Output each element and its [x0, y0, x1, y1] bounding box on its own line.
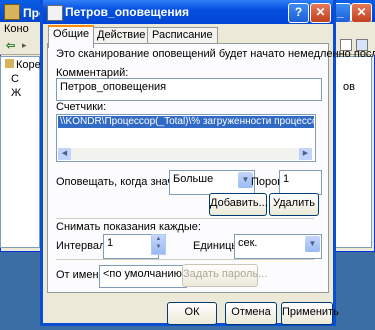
- back-arrow-icon[interactable]: ⇦: [6, 39, 15, 52]
- spin-up-icon[interactable]: ▲: [152, 235, 165, 243]
- forward-icon[interactable]: ▸: [22, 40, 27, 51]
- dialog-title: Петров_оповещения: [65, 5, 189, 19]
- counter-item[interactable]: \\KONDR\Процессор(_Total)\% загруженност…: [58, 116, 314, 128]
- units-select[interactable]: сек. ▼: [234, 234, 322, 259]
- alert-condition-select[interactable]: Больше ▼: [169, 170, 255, 195]
- folder-icon: [5, 59, 14, 68]
- comment-field[interactable]: Петров_оповещения: [56, 78, 322, 101]
- chevron-down-icon[interactable]: ▼: [305, 236, 320, 252]
- dialog-titlebar[interactable]: Петров_оповещения ? ✕: [43, 0, 333, 24]
- set-password-button[interactable]: Задать пароль...: [182, 264, 267, 287]
- cancel-button[interactable]: Отмена: [225, 302, 277, 325]
- close-button[interactable]: ✕: [310, 3, 331, 23]
- menu-item-partial[interactable]: Коно: [4, 23, 29, 35]
- ok-button[interactable]: ОК: [167, 302, 217, 325]
- list-item[interactable]: ов: [343, 81, 355, 93]
- remove-button[interactable]: Удалить: [269, 193, 319, 216]
- units-value: сек.: [238, 237, 258, 249]
- scroll-right-icon[interactable]: ▶: [299, 148, 312, 160]
- apply-button[interactable]: Применить: [281, 302, 339, 325]
- info-text: Это сканирование оповещений будет начато…: [56, 48, 375, 60]
- threshold-field[interactable]: 1: [279, 170, 322, 195]
- spin-down-icon[interactable]: ▼: [152, 243, 165, 251]
- properties-dialog: Петров_оповещения ? ✕ Общие Действие Рас…: [40, 0, 375, 326]
- interval-label: Интервал:: [56, 240, 109, 252]
- horizontal-scrollbar[interactable]: ◀ ▶: [58, 148, 312, 160]
- interval-value: 1: [107, 237, 114, 249]
- app-icon: [4, 4, 20, 20]
- tree-item[interactable]: С: [11, 73, 19, 85]
- alert-condition-value: Больше: [173, 173, 214, 185]
- tree-item[interactable]: Ж: [11, 87, 21, 99]
- help-button[interactable]: ?: [288, 3, 309, 23]
- add-button[interactable]: Добавить...: [209, 193, 268, 216]
- scroll-left-icon[interactable]: ◀: [58, 148, 71, 160]
- sample-label: Снимать показания каждые:: [56, 221, 201, 233]
- background-list[interactable]: ов: [330, 56, 372, 248]
- interval-spinner[interactable]: ▲ ▼: [151, 234, 166, 255]
- run-as-field[interactable]: <по умолчанию>: [99, 265, 187, 288]
- dialog-icon: [47, 5, 63, 21]
- tab-general[interactable]: Общие: [48, 25, 95, 48]
- background-close-button[interactable]: ✕: [351, 3, 372, 23]
- background-tree[interactable]: Коре С Ж: [0, 56, 41, 248]
- divider: [56, 259, 314, 260]
- counters-label: Счетчики:: [56, 101, 107, 113]
- tree-item[interactable]: Коре: [5, 59, 41, 71]
- divider: [56, 218, 314, 219]
- counters-list[interactable]: \\KONDR\Процессор(_Total)\% загруженност…: [56, 114, 316, 162]
